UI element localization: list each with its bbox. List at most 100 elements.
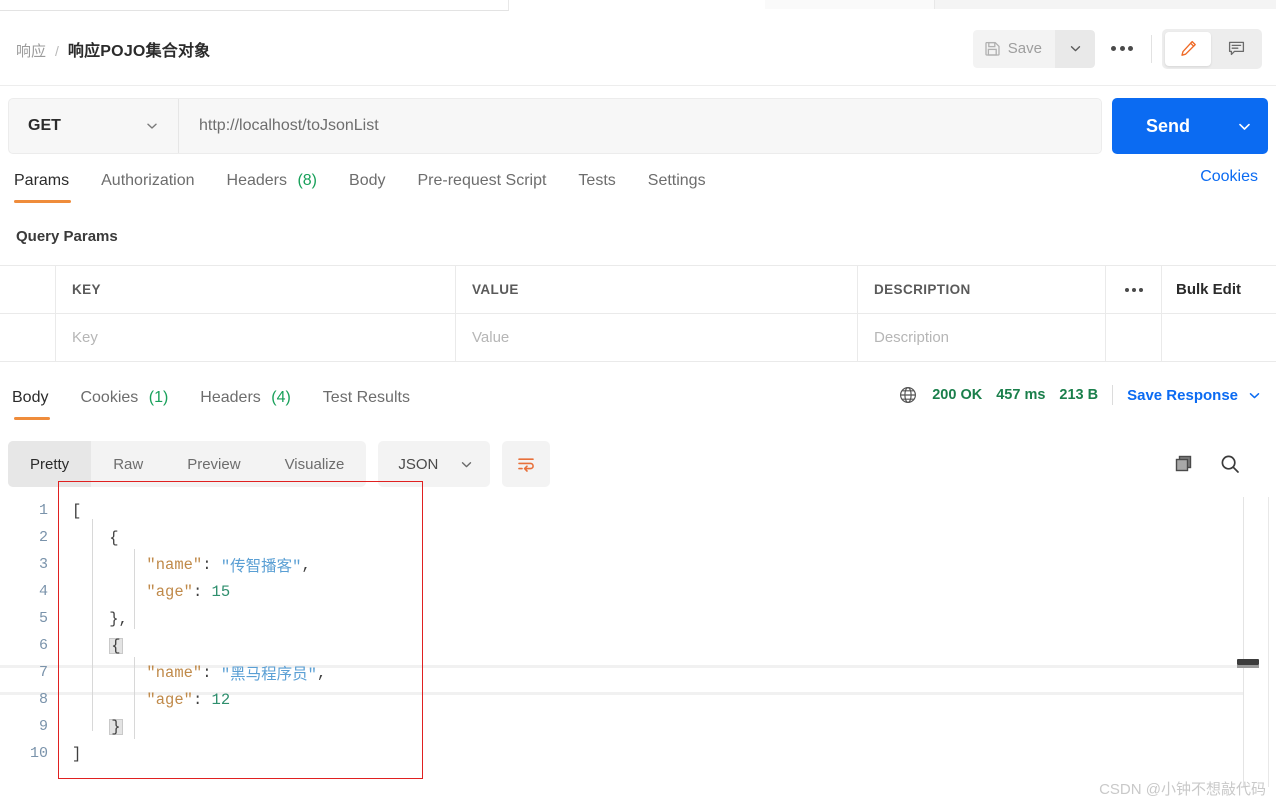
line-number: 9	[38, 718, 48, 735]
header-checkbox-cell	[0, 266, 56, 313]
tab-authorization[interactable]: Authorization	[85, 168, 210, 203]
save-options-caret[interactable]	[1055, 29, 1095, 68]
send-options-caret[interactable]	[1220, 98, 1268, 154]
code-token: }	[109, 717, 123, 736]
code-token: 12	[211, 690, 231, 709]
tab-headers-label: Headers	[226, 172, 287, 189]
code-token: "name"	[146, 663, 203, 682]
tab-body-label: Body	[349, 172, 386, 189]
param-value-input[interactable]: Value	[456, 314, 858, 361]
response-tab-body-label: Body	[12, 389, 49, 406]
wrap-lines-button[interactable]	[502, 441, 551, 487]
view-visualize[interactable]: Visualize	[263, 441, 367, 487]
tab-params[interactable]: Params	[12, 168, 85, 203]
watermark: CSDN @小钟不想敲代码	[1099, 781, 1266, 798]
send-button[interactable]: Send	[1111, 98, 1220, 154]
code-line: [	[72, 497, 326, 524]
code-line: {	[72, 524, 326, 551]
more-horizontal-icon	[1124, 287, 1143, 292]
tab-settings-label: Settings	[647, 172, 706, 189]
header-icon-group	[1162, 28, 1262, 69]
response-body-viewer[interactable]: 1 2 3 4 5 6 7 8 9 10 [ { "name": "传智播客", "age": 1…	[0, 497, 1276, 787]
param-key-input[interactable]: Key	[56, 314, 456, 361]
wrap-lines-icon	[515, 453, 537, 475]
edit-request-button[interactable]	[1165, 31, 1211, 66]
line-number: 5	[38, 610, 48, 627]
param-description-input[interactable]: Description	[858, 314, 1106, 361]
tab-body[interactable]: Body	[333, 168, 401, 203]
row-bulk-cell	[1162, 314, 1276, 361]
response-meta: 200 OK 457 ms 213 B Save Response	[898, 385, 1276, 405]
save-response-button[interactable]: Save Response	[1127, 387, 1262, 404]
code-line: },	[72, 605, 326, 632]
response-tab-headers-count: (4)	[271, 389, 291, 406]
query-params-title: Query Params	[16, 228, 118, 245]
viewer-far-right-rule	[1268, 497, 1269, 787]
row-checkbox-cell[interactable]	[0, 314, 56, 361]
table-options-button[interactable]	[1106, 266, 1162, 313]
json-code: [ { "name": "传智播客", "age": 15 }, { "name…	[72, 497, 326, 767]
body-format-select[interactable]: JSON	[378, 441, 491, 487]
line-number: 6	[38, 637, 48, 654]
response-time: 457 ms	[996, 387, 1046, 403]
view-pretty[interactable]: Pretty	[8, 441, 92, 487]
column-header-description: DESCRIPTION	[874, 282, 971, 297]
param-value-placeholder: Value	[472, 329, 510, 346]
tab-tests[interactable]: Tests	[562, 168, 631, 203]
table-row: Key Value Description	[0, 314, 1276, 362]
response-tab-test-results-label: Test Results	[322, 389, 410, 406]
horizontal-scrollbar-track[interactable]	[1237, 665, 1259, 668]
view-raw[interactable]: Raw	[91, 441, 165, 487]
code-line: "name": "传智播客",	[72, 551, 326, 578]
row-options-cell	[1106, 314, 1162, 361]
chevron-down-icon	[1068, 41, 1083, 56]
response-tab-headers[interactable]: Headers (4)	[184, 385, 307, 420]
cookies-link[interactable]: Cookies	[1200, 168, 1276, 186]
page-title: 响应POJO集合对象	[67, 42, 211, 60]
request-url-row: GET Send	[0, 97, 1276, 155]
code-token: {	[109, 636, 123, 655]
code-token: }	[109, 609, 119, 628]
code-token: :	[192, 582, 212, 601]
response-tab-headers-label: Headers	[200, 389, 261, 406]
tab-headers[interactable]: Headers (8)	[211, 168, 334, 203]
comments-button[interactable]	[1213, 32, 1259, 66]
code-token: {	[109, 528, 119, 547]
response-tabs: Body Cookies (1) Headers (4) Test Result…	[0, 385, 1276, 429]
line-number: 3	[38, 556, 48, 573]
tab-pre-request-script[interactable]: Pre-request Script	[401, 168, 562, 203]
response-tab-body[interactable]: Body	[12, 385, 64, 420]
line-number-gutter: 1 2 3 4 5 6 7 8 9 10	[0, 497, 58, 767]
response-body-toolbar: Pretty Raw Preview Visualize JSON	[8, 441, 1268, 487]
tab-headers-count: (8)	[297, 172, 318, 189]
request-header: 响应 / 响应POJO集合对象 Save	[0, 12, 1276, 86]
meta-divider	[1112, 385, 1114, 405]
param-description-placeholder: Description	[874, 329, 950, 346]
response-tab-cookies-count: (1)	[148, 389, 169, 406]
code-token: ]	[72, 744, 82, 763]
response-tab-cookies[interactable]: Cookies (1)	[64, 385, 184, 420]
code-line: "age": 12	[72, 686, 326, 713]
save-button[interactable]: Save	[972, 29, 1055, 68]
globe-icon	[898, 385, 918, 405]
save-button-label: Save	[1007, 40, 1042, 57]
view-preview[interactable]: Preview	[165, 441, 262, 487]
search-button[interactable]	[1218, 452, 1242, 476]
copy-button[interactable]	[1172, 452, 1196, 476]
url-input[interactable]	[179, 99, 1101, 153]
code-line: }	[72, 713, 326, 740]
request-more-options-button[interactable]	[1095, 30, 1149, 68]
http-method-select[interactable]: GET	[9, 99, 179, 153]
bulk-edit-button[interactable]: Bulk Edit	[1176, 281, 1241, 298]
response-tab-cookies-label: Cookies	[80, 389, 139, 406]
comment-icon	[1227, 39, 1246, 58]
code-token: "name"	[146, 555, 203, 574]
save-button-group: Save	[972, 29, 1095, 68]
response-tab-test-results[interactable]: Test Results	[307, 385, 426, 420]
response-size: 213 B	[1059, 387, 1099, 403]
breadcrumb-root[interactable]: 响应	[16, 40, 46, 61]
body-view-switcher: Pretty Raw Preview Visualize	[8, 441, 367, 487]
code-token: [	[72, 501, 82, 520]
tab-strip-right	[935, 0, 1276, 9]
tab-settings[interactable]: Settings	[632, 168, 722, 203]
